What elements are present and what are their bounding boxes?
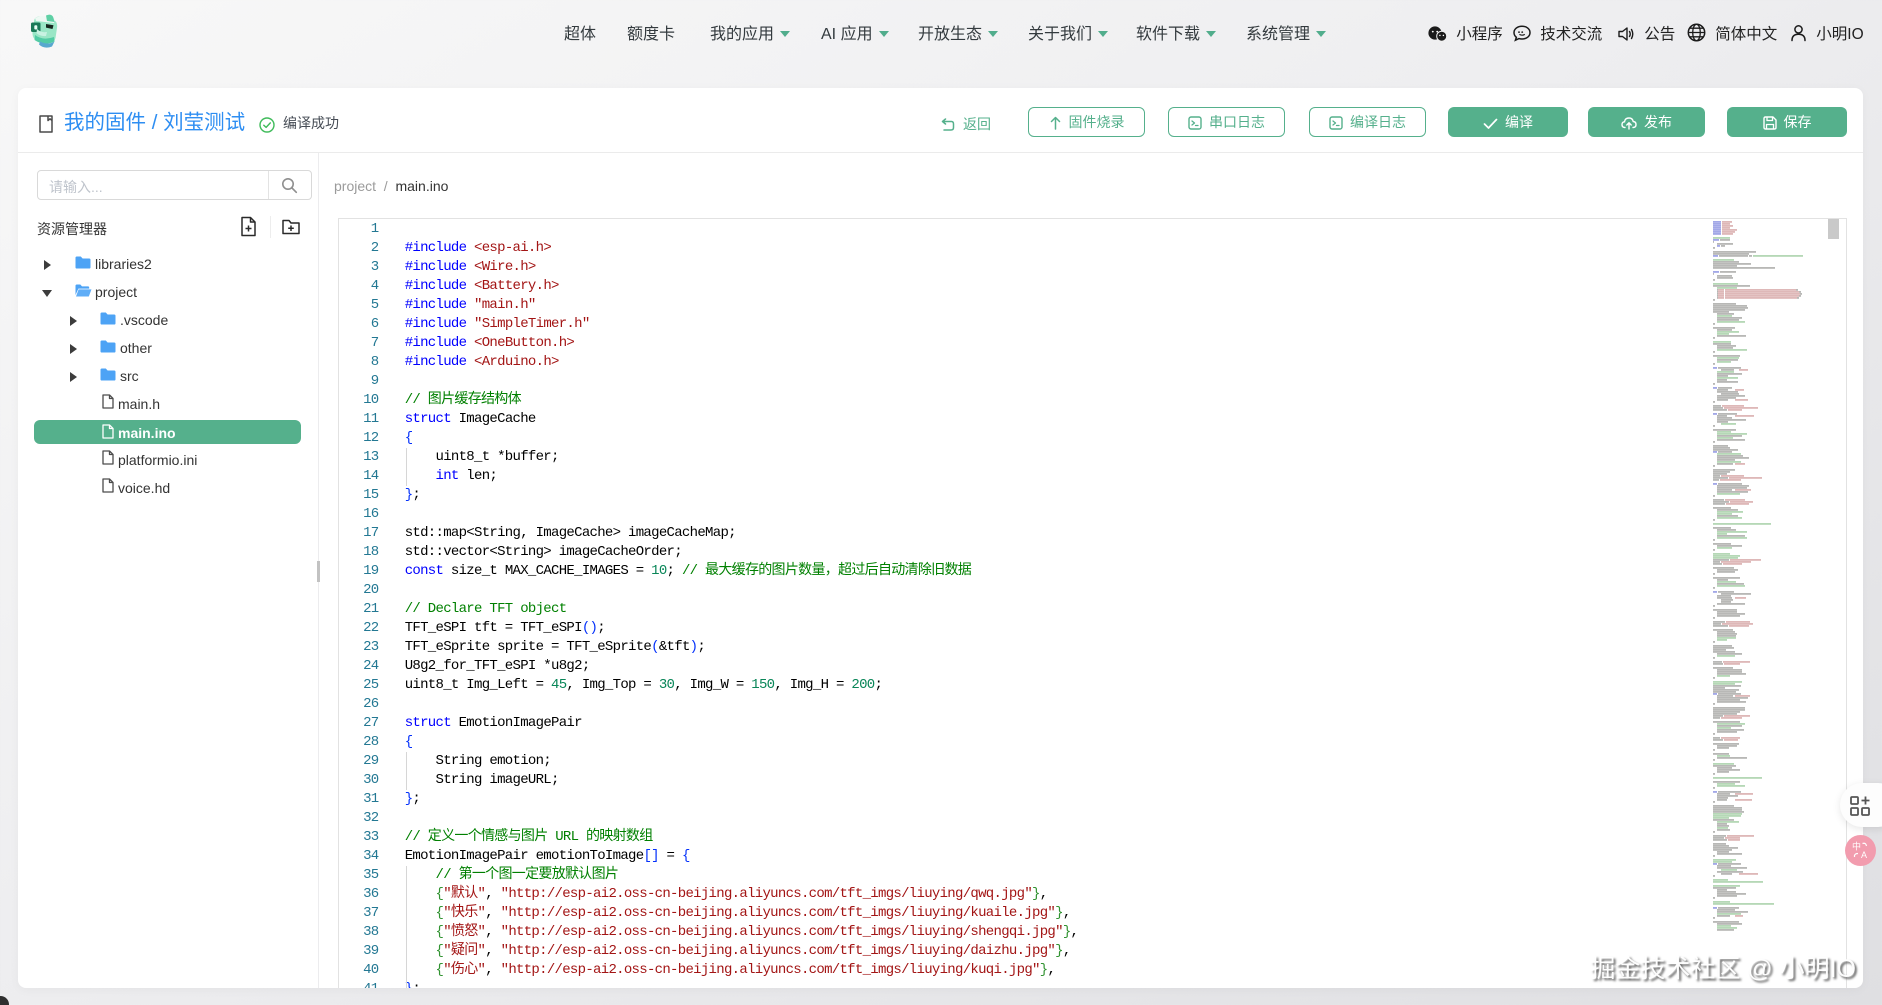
- svg-text:中: 中: [1852, 841, 1861, 852]
- svg-text:A: A: [1861, 850, 1867, 860]
